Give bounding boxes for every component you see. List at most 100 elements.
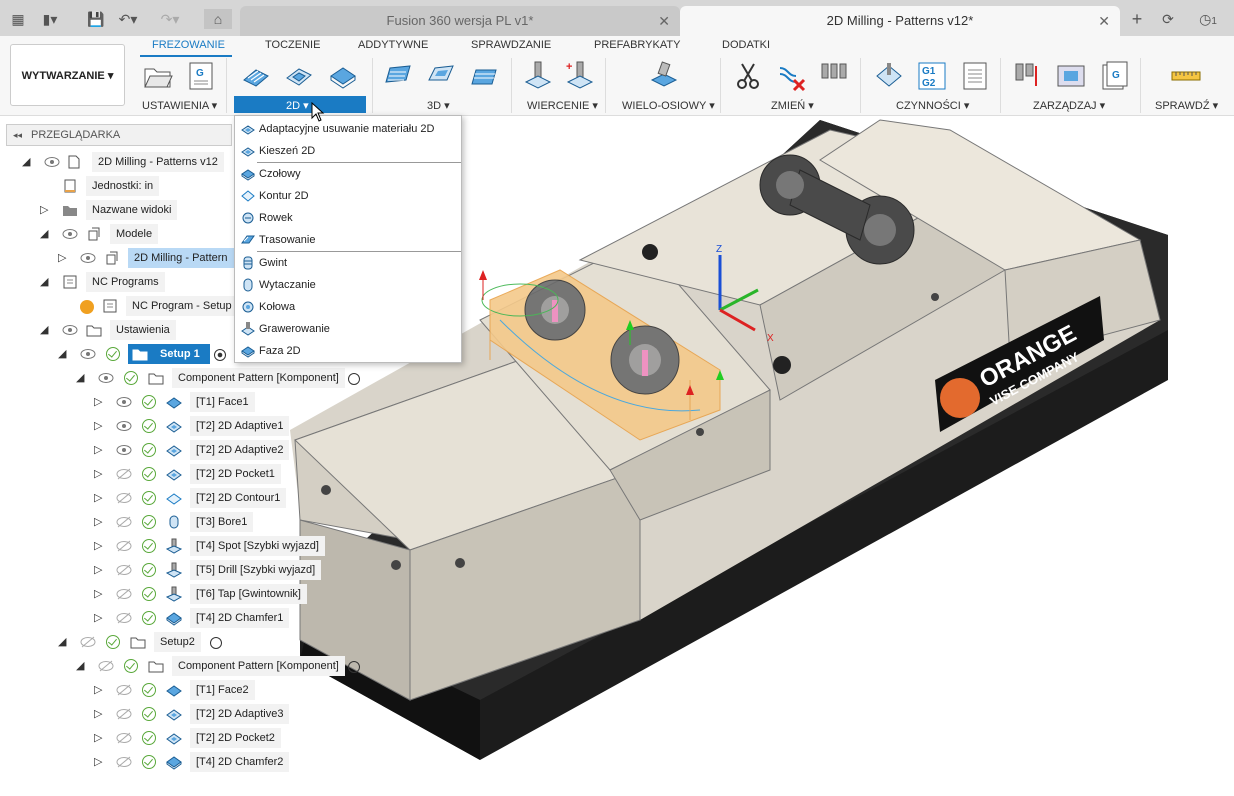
open-folder-icon[interactable] — [142, 60, 174, 92]
active-setup-radio[interactable] — [214, 349, 226, 361]
tree-item-models[interactable]: ◢ Modele — [40, 224, 230, 246]
tree-item-operation[interactable]: ▷ [T2] 2D Pocket1 — [94, 464, 294, 486]
setup-sheet-icon[interactable] — [959, 60, 991, 92]
menu-item-trace[interactable]: Trasowanie — [235, 229, 461, 251]
close-icon[interactable]: ✕ — [1098, 6, 1110, 36]
hidden-eye-icon[interactable] — [116, 491, 132, 505]
hidden-eye-icon[interactable] — [98, 659, 114, 673]
radio-icon[interactable] — [348, 661, 360, 673]
tab-toczenie[interactable]: TOCZENIE — [265, 39, 320, 51]
expand-arrow-icon[interactable]: ▷ — [58, 251, 66, 264]
2d-pocket-icon[interactable] — [283, 60, 315, 92]
tab-addytywne[interactable]: ADDYTYWNE — [358, 39, 428, 51]
expand-arrow-icon[interactable]: ▷ — [94, 563, 102, 576]
tree-item-named-views[interactable]: ▷ Nazwane widoki — [40, 200, 230, 222]
hidden-eye-icon[interactable] — [116, 587, 132, 601]
hidden-eye-icon[interactable] — [116, 563, 132, 577]
tree-item-pattern1[interactable]: ◢ Component Pattern [Komponent] — [76, 368, 370, 390]
tree-item-operation[interactable]: ▷ [T2] 2D Adaptive3 — [94, 704, 294, 726]
tab-sprawdzanie[interactable]: SPRAWDZANIE — [471, 39, 551, 51]
expand-arrow-icon[interactable]: ▷ — [94, 587, 102, 600]
tree-item-operation[interactable]: ▷ [T4] Spot [Szybki wyjazd] — [94, 536, 334, 558]
menu-item-slot[interactable]: Rowek — [235, 207, 461, 229]
menu-item-bore[interactable]: Wytaczanie — [235, 274, 461, 296]
extensions-icon[interactable]: ⟳ — [1158, 9, 1178, 29]
tree-item-nc-program[interactable]: NC Program - Setup 1 — [78, 296, 234, 318]
tab-prefabrykaty[interactable]: PREFABRYKATY — [594, 39, 680, 51]
3d-pocket-icon[interactable] — [425, 60, 457, 92]
group-ustawienia[interactable]: USTAWIENIA ▾ — [142, 99, 217, 112]
tree-item-units[interactable]: Jednostki: in — [60, 176, 230, 198]
3d-adaptive-icon[interactable] — [382, 60, 414, 92]
post-library-icon[interactable]: G — [1098, 60, 1130, 92]
expand-arrow-icon[interactable]: ▷ — [94, 755, 102, 768]
tree-item-operation[interactable]: ▷ [T5] Drill [Szybki wyjazd] — [94, 560, 334, 582]
menu-item-pocket-2d[interactable]: Kieszeń 2D — [235, 140, 461, 162]
expand-arrow-icon[interactable]: ▷ — [94, 395, 102, 408]
menu-item-face[interactable]: Czołowy — [235, 163, 461, 185]
menu-item-thread[interactable]: Gwint — [235, 252, 461, 274]
expand-arrow-icon[interactable]: ▷ — [94, 611, 102, 624]
collapse-icon[interactable]: ◂◂ — [13, 125, 22, 145]
visibility-eye-icon[interactable] — [116, 419, 132, 433]
job-status-icon[interactable]: ◷1 — [1192, 9, 1224, 29]
hidden-eye-icon[interactable] — [116, 731, 132, 745]
tab-frezowanie[interactable]: FREZOWANIE — [152, 39, 225, 51]
tree-item-operation[interactable]: ▷ [T2] 2D Adaptive2 — [94, 440, 294, 462]
save-icon[interactable]: 💾 — [86, 9, 106, 29]
tree-item-operation[interactable]: ▷ [T4] 2D Chamfer2 — [94, 752, 294, 774]
tree-item-operation[interactable]: ▷ [T6] Tap [Gwintownik] — [94, 584, 314, 606]
hidden-eye-icon[interactable] — [116, 539, 132, 553]
undo-icon[interactable]: ↶▾ — [118, 9, 138, 29]
redo-icon[interactable]: ↷▾ — [160, 9, 180, 29]
menu-item-chamfer-2d[interactable]: Faza 2D — [235, 340, 461, 362]
tool-library-manage-icon[interactable] — [1012, 60, 1044, 92]
group-zmien[interactable]: ZMIEŃ ▾ — [771, 99, 814, 112]
expand-arrow-icon[interactable]: ▷ — [40, 203, 48, 216]
group-wielo-osiowy[interactable]: WIELO-OSIOWY ▾ — [622, 99, 715, 112]
expand-arrow-icon[interactable]: ▷ — [94, 731, 102, 744]
tree-item-root[interactable]: ◢ 2D Milling - Patterns v12 — [22, 152, 232, 174]
machine-library-icon[interactable] — [1055, 60, 1087, 92]
visibility-eye-icon[interactable] — [62, 227, 78, 241]
visibility-eye-icon[interactable] — [80, 251, 96, 265]
collapse-arrow-icon[interactable]: ◢ — [40, 275, 48, 288]
workspace-switcher[interactable]: WYTWARZANIE ▾ — [10, 44, 125, 106]
visibility-eye-icon[interactable] — [116, 395, 132, 409]
visibility-eye-icon[interactable] — [98, 371, 114, 385]
tree-item-operation[interactable]: ▷ [T1] Face2 — [94, 680, 264, 702]
group-wiercenie[interactable]: WIERCENIE ▾ — [527, 99, 598, 112]
document-tab-inactive[interactable]: Fusion 360 wersja PL v1* ✕ — [240, 6, 680, 36]
collapse-arrow-icon[interactable]: ◢ — [58, 635, 66, 648]
scissors-icon[interactable] — [733, 60, 765, 92]
tree-item-model[interactable]: ▷ 2D Milling - Pattern — [58, 248, 234, 270]
simulate-icon[interactable] — [873, 60, 905, 92]
hidden-eye-icon[interactable] — [116, 755, 132, 769]
new-tab-icon[interactable]: + — [1127, 9, 1147, 29]
tab-dodatki[interactable]: DODATKI — [722, 39, 770, 51]
face-icon[interactable] — [327, 60, 359, 92]
collapse-arrow-icon[interactable]: ◢ — [76, 371, 84, 384]
hidden-eye-icon[interactable] — [116, 611, 132, 625]
tree-item-setup1[interactable]: ◢ Setup 1 — [58, 344, 234, 366]
grid-menu-icon[interactable]: ▦ — [8, 9, 28, 29]
tree-item-operation[interactable]: ▷ [T3] Bore1 — [94, 512, 264, 534]
expand-arrow-icon[interactable]: ▷ — [94, 467, 102, 480]
tree-item-operation[interactable]: ▷ [T2] 2D Pocket2 — [94, 728, 294, 750]
tree-item-setups[interactable]: ◢ Ustawienia — [40, 320, 230, 342]
collapse-arrow-icon[interactable]: ◢ — [76, 659, 84, 672]
nc-program-icon[interactable]: G — [185, 60, 217, 92]
home-icon[interactable]: ⌂ — [204, 9, 232, 29]
expand-arrow-icon[interactable]: ▷ — [94, 443, 102, 456]
hole-recognition-icon[interactable]: + — [564, 60, 596, 92]
close-icon[interactable]: ✕ — [658, 6, 670, 36]
browser-panel-header[interactable]: ◂◂ PRZEGLĄDARKA — [6, 124, 232, 146]
hidden-eye-icon[interactable] — [116, 683, 132, 697]
3d-parallel-icon[interactable] — [468, 60, 500, 92]
tree-item-nc-programs[interactable]: ◢ NC Programs — [40, 272, 230, 294]
group-zarzadzaj[interactable]: ZARZĄDZAJ ▾ — [1033, 99, 1105, 112]
menu-item-contour-2d[interactable]: Kontur 2D — [235, 185, 461, 207]
expand-arrow-icon[interactable]: ▷ — [94, 419, 102, 432]
tree-item-setup2[interactable]: ◢ Setup2 — [58, 632, 234, 654]
collapse-arrow-icon[interactable]: ◢ — [40, 323, 48, 336]
